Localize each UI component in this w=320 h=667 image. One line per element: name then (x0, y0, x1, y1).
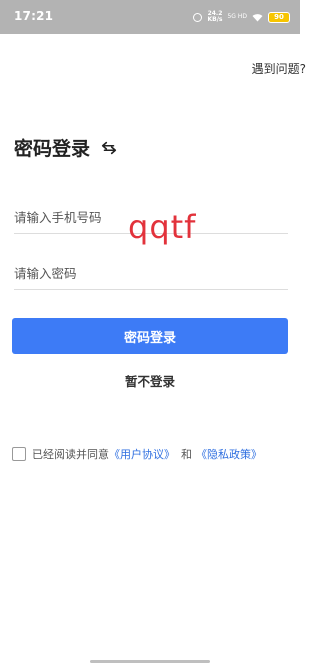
net-speed: 24.2 KB/s (207, 11, 222, 23)
network-tag-top: 5G HD (227, 13, 247, 20)
agreement-row: 已经阅读并同意 《用户协议》 和 《隐私政策》 (12, 446, 262, 462)
user-agreement-link[interactable]: 《用户协议》 (109, 446, 175, 462)
login-button[interactable]: 密码登录 (12, 318, 288, 354)
help-link[interactable]: 遇到问题? (252, 60, 306, 77)
net-speed-unit: KB/s (207, 16, 223, 23)
network-tag: 5G HD (227, 14, 247, 20)
agree-checkbox[interactable] (12, 447, 26, 461)
skip-login-link[interactable]: 暂不登录 (0, 371, 300, 390)
status-bar: 17:21 24.2 KB/s 5G HD 90 (0, 0, 300, 34)
agreement-prefix: 已经阅读并同意 (32, 448, 109, 461)
status-icons: 24.2 KB/s 5G HD 90 (193, 8, 290, 26)
agreement-and: 和 (181, 448, 192, 461)
battery-level: 90 (274, 13, 284, 21)
privacy-policy-link[interactable]: 《隐私政策》 (196, 446, 262, 462)
phone-input[interactable] (14, 203, 288, 231)
page-title: 密码登录 (14, 138, 91, 160)
wifi-icon (252, 13, 263, 21)
swap-arrows-icon[interactable] (100, 139, 118, 157)
battery-icon: 90 (268, 11, 290, 23)
alarm-icon (193, 12, 203, 22)
phone-field (14, 203, 288, 234)
home-indicator[interactable] (90, 660, 210, 663)
password-field (14, 259, 288, 290)
status-time: 17:21 (14, 9, 54, 23)
title-row: 密码登录 (14, 134, 118, 161)
password-input[interactable] (14, 259, 288, 287)
